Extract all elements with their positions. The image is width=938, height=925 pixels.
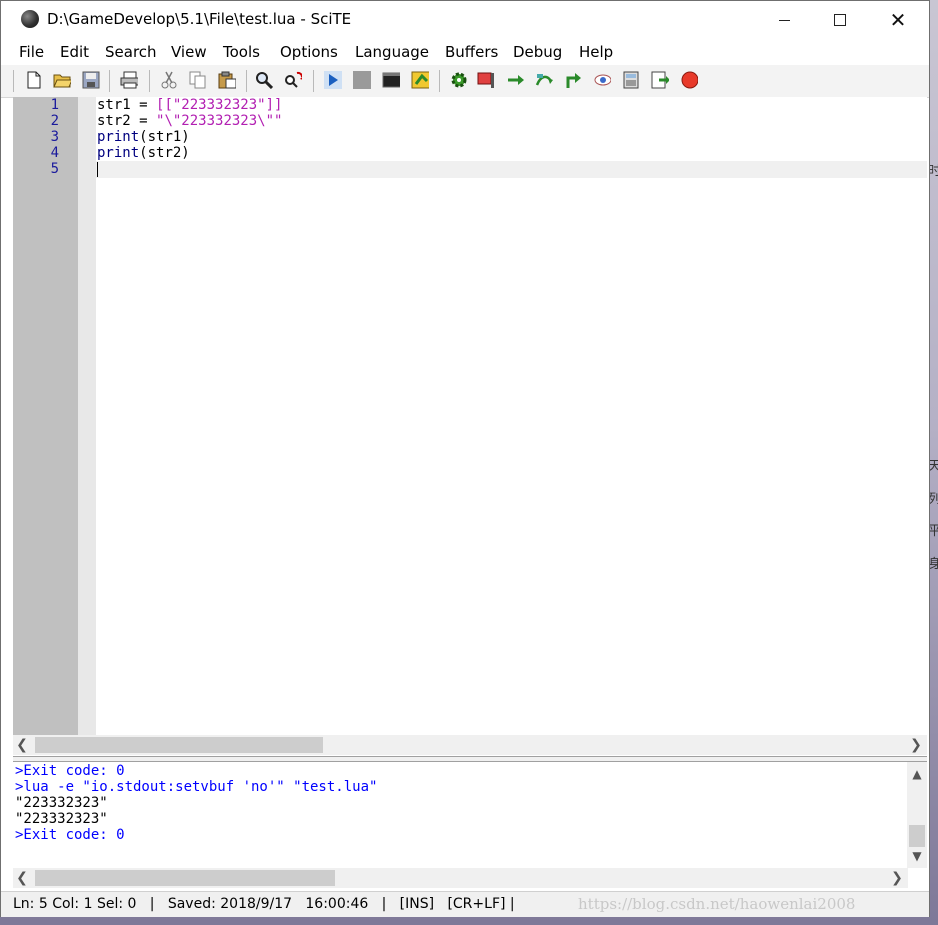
- menu-debug[interactable]: Debug: [513, 43, 562, 61]
- output-line: >Exit code: 0: [15, 827, 125, 843]
- step-icon[interactable]: [506, 71, 524, 89]
- toolbar-separator: [13, 70, 14, 92]
- line-number: 2: [50, 113, 59, 129]
- replace-icon[interactable]: [284, 71, 302, 89]
- code-token: str2 =: [97, 113, 157, 129]
- menu-file[interactable]: File: [19, 43, 44, 61]
- close-button[interactable]: ✕: [869, 1, 927, 39]
- code-token: (str1): [139, 129, 190, 145]
- fold-margin[interactable]: [78, 97, 96, 735]
- export-icon[interactable]: [651, 71, 669, 89]
- output-line: >lua -e "io.stdout:setvbuf 'no'" "test.l…: [15, 779, 378, 795]
- menu-view[interactable]: View: [171, 43, 207, 61]
- menu-help[interactable]: Help: [579, 43, 613, 61]
- line-number-gutter: [13, 97, 78, 735]
- record-icon[interactable]: [680, 71, 698, 89]
- maximize-button[interactable]: [811, 1, 869, 39]
- scroll-down-arrow-icon[interactable]: ▼: [907, 848, 927, 864]
- step-over-icon[interactable]: [535, 71, 553, 89]
- editor-scroll-thumb[interactable]: [35, 737, 323, 753]
- scroll-right-arrow-icon[interactable]: ❯: [888, 868, 906, 888]
- menu-tools[interactable]: Tools: [223, 43, 260, 61]
- output-pane[interactable]: >Exit code: 0 >lua -e "io.stdout:setvbuf…: [13, 762, 908, 868]
- toolbar-separator: [246, 70, 247, 92]
- line-number: 5: [50, 161, 59, 177]
- status-text: Ln: 5 Col: 1 Sel: 0 | Saved: 2018/9/17 1…: [13, 896, 515, 912]
- code-line[interactable]: str1 = [["223332323"]]: [97, 97, 282, 113]
- step-out-icon[interactable]: [564, 71, 582, 89]
- toolbar: [1, 65, 929, 98]
- toolbar-separator: [313, 70, 314, 92]
- scite-window: D:\GameDevelop\5.1\File\test.lua - SciTE…: [0, 0, 930, 917]
- current-line-highlight: [96, 161, 927, 178]
- code-token-keyword: print: [97, 145, 140, 161]
- menu-options[interactable]: Options: [280, 43, 338, 61]
- toolbar-separator: [109, 70, 110, 92]
- line-number: 4: [50, 145, 59, 161]
- code-token-string: [["223332323"]]: [156, 97, 283, 113]
- output-line: "223332323": [15, 811, 108, 827]
- save-icon[interactable]: [82, 71, 100, 89]
- terminal-icon[interactable]: [382, 71, 400, 89]
- watermark: https://blog.csdn.net/haowenlai2008: [578, 895, 856, 913]
- build-icon[interactable]: [411, 71, 429, 89]
- code-token-string: "\"223332323\"": [156, 113, 283, 129]
- scroll-right-arrow-icon[interactable]: ❯: [907, 735, 925, 755]
- new-file-icon[interactable]: [25, 71, 43, 89]
- menu-buffers[interactable]: Buffers: [445, 43, 498, 61]
- toolbar-separator: [149, 70, 150, 92]
- close-icon: ✕: [889, 8, 907, 32]
- code-editor[interactable]: 1 2 3 4 5 str1 = [["223332323"]] str2 = …: [13, 97, 927, 735]
- code-token-keyword: print: [97, 129, 140, 145]
- debug-gear-icon[interactable]: [449, 71, 467, 89]
- stop-icon[interactable]: [353, 71, 371, 89]
- code-token: str1 =: [97, 97, 157, 113]
- find-icon[interactable]: [255, 71, 273, 89]
- menu-language[interactable]: Language: [355, 43, 429, 61]
- code-line[interactable]: print(str1): [97, 129, 190, 145]
- line-number: 3: [50, 129, 59, 145]
- code-line[interactable]: str2 = "\"223332323\"": [97, 113, 282, 129]
- menu-search[interactable]: Search: [105, 43, 157, 61]
- editor-horizontal-scrollbar[interactable]: ❮ ❯: [13, 735, 927, 755]
- menu-bar: File Edit Search View Tools Options Lang…: [1, 39, 929, 65]
- output-hscroll-thumb[interactable]: [35, 870, 335, 886]
- output-line: "223332323": [15, 795, 108, 811]
- minimize-button[interactable]: [755, 1, 813, 39]
- maximize-icon: [834, 14, 846, 26]
- print-icon[interactable]: [120, 71, 138, 89]
- scroll-up-arrow-icon[interactable]: ▲: [907, 766, 927, 782]
- line-number: 1: [50, 97, 59, 113]
- paste-icon[interactable]: [218, 71, 236, 89]
- output-scroll-thumb[interactable]: [909, 825, 925, 847]
- cut-icon[interactable]: [160, 71, 178, 89]
- watch-icon[interactable]: [593, 71, 611, 89]
- scite-app-icon[interactable]: [21, 10, 39, 28]
- output-line: >Exit code: 0: [15, 763, 125, 779]
- output-horizontal-scrollbar[interactable]: ❮ ❯: [13, 868, 908, 888]
- minimize-icon: [778, 19, 790, 21]
- breakpoint-flag-icon[interactable]: [477, 71, 495, 89]
- output-vertical-scrollbar[interactable]: ▲ ▼: [907, 762, 927, 868]
- copy-icon[interactable]: [189, 71, 207, 89]
- menu-edit[interactable]: Edit: [60, 43, 89, 61]
- calculator-icon[interactable]: [622, 71, 640, 89]
- code-line[interactable]: print(str2): [97, 145, 190, 161]
- scroll-left-arrow-icon[interactable]: ❮: [13, 735, 31, 755]
- scroll-left-arrow-icon[interactable]: ❮: [13, 868, 31, 888]
- title-bar[interactable]: D:\GameDevelop\5.1\File\test.lua - SciTE…: [1, 1, 929, 39]
- code-token: (str2): [139, 145, 190, 161]
- toolbar-separator: [439, 70, 440, 92]
- window-title: D:\GameDevelop\5.1\File\test.lua - SciTE: [47, 10, 352, 28]
- open-folder-icon[interactable]: [53, 71, 71, 89]
- text-caret: [97, 162, 98, 177]
- run-icon[interactable]: [324, 71, 342, 89]
